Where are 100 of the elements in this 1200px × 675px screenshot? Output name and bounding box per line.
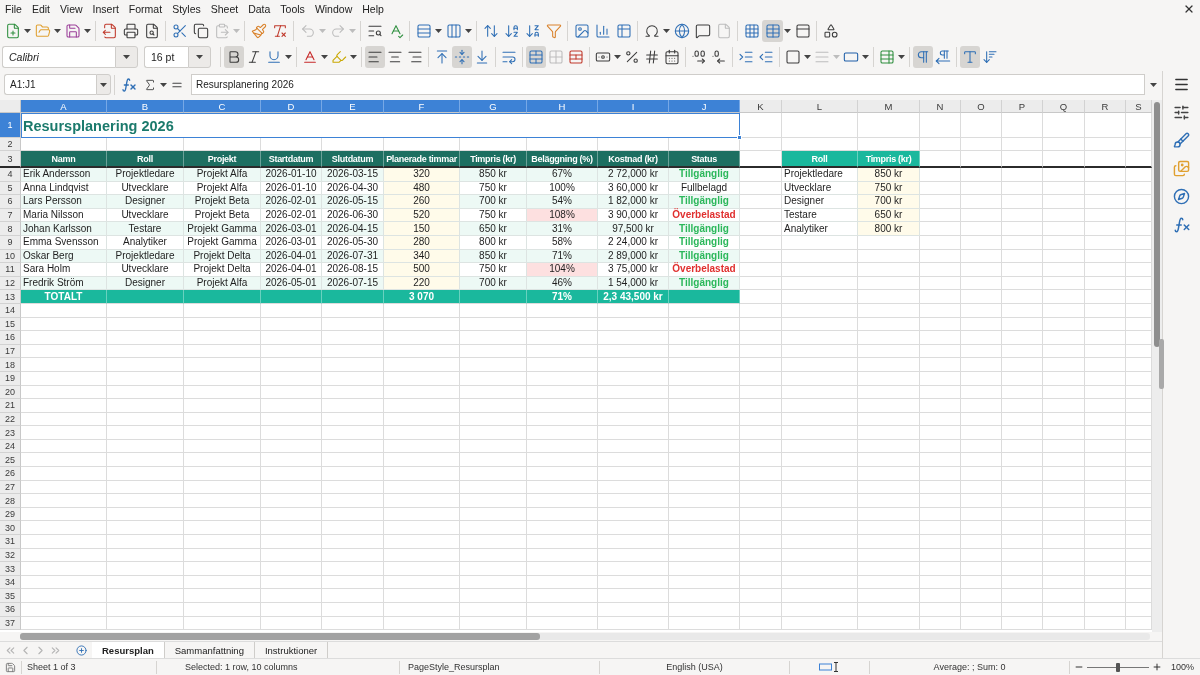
- indent-decrease-icon[interactable]: [758, 49, 774, 65]
- globe-icon[interactable]: [673, 22, 690, 39]
- row-header[interactable]: 25: [0, 453, 21, 468]
- column-header[interactable]: I: [598, 100, 669, 113]
- dropdown-button[interactable]: [96, 74, 111, 95]
- caret-icon[interactable]: [862, 55, 869, 59]
- sort-icon[interactable]: [482, 22, 499, 39]
- document-magnifier-icon[interactable]: [143, 22, 160, 39]
- row-header[interactable]: 18: [0, 358, 21, 372]
- percent-icon[interactable]: [624, 49, 640, 65]
- banknote-icon[interactable]: [595, 49, 611, 65]
- menu-item[interactable]: File: [0, 3, 27, 15]
- sheet-tab[interactable]: Sammanfattning: [164, 642, 255, 658]
- image-icon[interactable]: [573, 22, 590, 39]
- name-box[interactable]: A1:J1: [4, 74, 96, 95]
- printer-icon[interactable]: [122, 22, 139, 39]
- caret-icon[interactable]: [123, 55, 130, 59]
- rectangle-icon[interactable]: [843, 49, 859, 65]
- row-header[interactable]: 33: [0, 562, 21, 576]
- column-header[interactable]: S: [1126, 100, 1152, 113]
- row-header[interactable]: 35: [0, 589, 21, 603]
- delete-decimal-icon[interactable]: [711, 49, 727, 65]
- row-header[interactable]: 36: [0, 603, 21, 617]
- menu-item[interactable]: View: [55, 3, 88, 15]
- column-header[interactable]: D: [261, 100, 322, 113]
- caret-icon[interactable]: [465, 28, 472, 33]
- column-header[interactable]: P: [1002, 100, 1043, 113]
- language[interactable]: English (USA): [666, 662, 723, 672]
- copy-icon[interactable]: [192, 22, 209, 39]
- row-header[interactable]: 30: [0, 521, 21, 536]
- caret-icon[interactable]: [160, 82, 167, 87]
- paintbrush-icon[interactable]: [250, 22, 267, 39]
- column-header[interactable]: M: [858, 100, 920, 113]
- caret-icon[interactable]: [285, 55, 292, 59]
- table-icon[interactable]: [615, 22, 632, 39]
- column-header[interactable]: B: [107, 100, 184, 113]
- sheet-tab[interactable]: Resursplan: [92, 642, 165, 658]
- selection-mode-icon[interactable]: [818, 662, 841, 672]
- menu-item[interactable]: Styles: [167, 3, 206, 15]
- sigma-icon[interactable]: [143, 77, 157, 92]
- column-header[interactable]: A: [21, 100, 107, 113]
- add-decimal-icon[interactable]: [691, 49, 707, 65]
- menu-item[interactable]: Help: [357, 3, 389, 15]
- images-icon[interactable]: [1173, 160, 1190, 177]
- column-header[interactable]: G: [460, 100, 527, 113]
- caret-icon[interactable]: [784, 28, 791, 33]
- caret-icon[interactable]: [663, 28, 670, 33]
- caret-icon[interactable]: [54, 28, 61, 33]
- row-header[interactable]: 4: [0, 168, 21, 182]
- caret-icon[interactable]: [614, 55, 621, 59]
- caret-icon[interactable]: [196, 55, 203, 59]
- menu-item[interactable]: Window: [309, 3, 358, 15]
- sort-ascending-icon[interactable]: [503, 22, 520, 39]
- sliders-icon[interactable]: [1173, 104, 1190, 121]
- caret-icon[interactable]: [1150, 82, 1157, 87]
- function-icon[interactable]: [1172, 216, 1191, 234]
- zoom-thumb[interactable]: [1115, 662, 1120, 672]
- dropdown-button[interactable]: [188, 46, 211, 68]
- add-sheet-icon[interactable]: [75, 644, 87, 656]
- grid-icon[interactable]: [743, 22, 760, 39]
- row-header[interactable]: 3: [0, 151, 21, 168]
- row-header[interactable]: 26: [0, 467, 21, 481]
- caret-icon[interactable]: [24, 28, 31, 33]
- menu-item[interactable]: Edit: [26, 3, 55, 15]
- caret-icon[interactable]: [100, 82, 107, 87]
- column-header[interactable]: N: [920, 100, 961, 113]
- caret-icon[interactable]: [804, 55, 811, 59]
- split-cells-icon[interactable]: [568, 49, 584, 65]
- zoom-in-icon[interactable]: [1151, 662, 1162, 672]
- sheet-tab[interactable]: Instruktioner: [254, 642, 329, 658]
- dropdown-button[interactable]: [115, 46, 138, 68]
- shapes-icon[interactable]: [822, 22, 839, 39]
- formula-input[interactable]: Resursplanering 2026: [191, 74, 1145, 95]
- select-all-corner[interactable]: [0, 100, 21, 113]
- horizontal-scrollbar[interactable]: [20, 633, 1150, 640]
- zoom-level[interactable]: 100%: [1165, 662, 1195, 672]
- selected-cell-range[interactable]: Resursplanering 2026: [21, 113, 740, 138]
- menu-item[interactable]: Format: [123, 3, 168, 15]
- omega-icon[interactable]: [643, 22, 660, 39]
- caret-icon[interactable]: [898, 55, 905, 59]
- column-header[interactable]: R: [1085, 100, 1126, 113]
- row-header[interactable]: 13: [0, 290, 21, 304]
- close-icon[interactable]: [1183, 3, 1195, 15]
- column-header[interactable]: C: [184, 100, 261, 113]
- column-header[interactable]: H: [527, 100, 598, 113]
- vertical-scrollbar[interactable]: [1152, 100, 1162, 632]
- row-header[interactable]: 8: [0, 222, 21, 236]
- column-header[interactable]: E: [322, 100, 384, 113]
- caret-icon[interactable]: [321, 55, 328, 59]
- panel-icon[interactable]: [794, 22, 811, 39]
- row-header[interactable]: 1: [0, 113, 21, 138]
- menu-item[interactable]: Sheet: [205, 3, 244, 15]
- sidebar-handle[interactable]: [1159, 339, 1164, 389]
- menu-item[interactable]: Insert: [87, 3, 124, 15]
- scissors-icon[interactable]: [171, 22, 188, 39]
- function-icon[interactable]: [121, 76, 137, 93]
- sort-descending-icon[interactable]: [524, 22, 541, 39]
- row-header[interactable]: 21: [0, 399, 21, 413]
- font-name-field[interactable]: Calibri: [2, 46, 115, 68]
- selection-handle[interactable]: [737, 135, 742, 140]
